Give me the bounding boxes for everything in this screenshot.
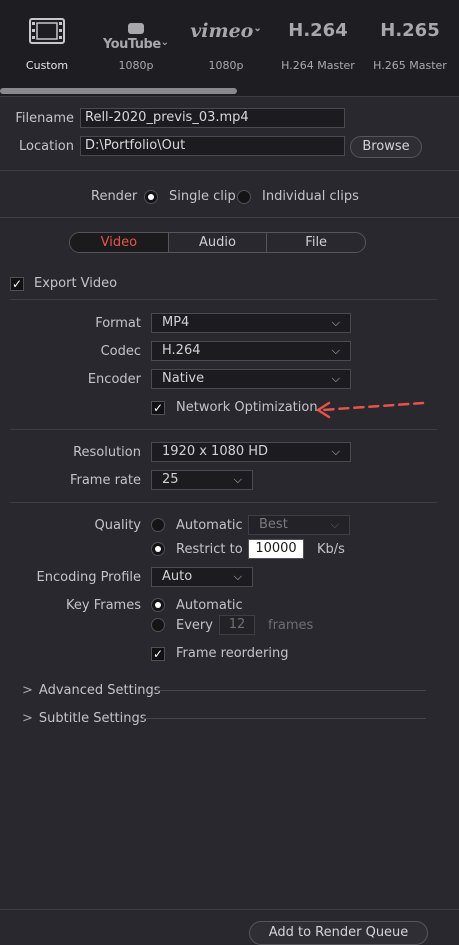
preset-label: H.264 Master (281, 59, 355, 72)
preset-youtube[interactable]: YouTube⌄ 1080p (96, 0, 176, 80)
single-clip-label[interactable]: Single clip (169, 189, 236, 204)
keyframes-automatic-radio[interactable] (151, 598, 165, 612)
export-video-checkbox[interactable]: ✓ (10, 277, 24, 291)
chevron-right-icon: > (22, 683, 33, 698)
divider (143, 718, 426, 719)
divider (10, 429, 437, 430)
format-select[interactable]: MP4 ⌵ (151, 313, 351, 333)
chevron-down-icon: ⌵ (330, 518, 339, 531)
quality-restrict-label: Restrict to (176, 542, 243, 557)
keyframes-every-label: Every (176, 618, 213, 633)
frame-reordering-label: Frame reordering (176, 646, 289, 661)
individual-clips-radio[interactable] (237, 190, 251, 204)
quality-label: Quality (94, 518, 141, 533)
network-optimization-label: Network Optimization (176, 400, 318, 415)
chevron-down-icon: ⌵ (233, 473, 242, 486)
individual-clips-label[interactable]: Individual clips (262, 189, 359, 204)
h264-icon: H.264 (288, 20, 348, 41)
subtitle-settings-toggle[interactable]: > Subtitle Settings (22, 711, 147, 726)
quality-best-select[interactable]: Best ⌵ (248, 515, 350, 535)
quality-automatic-radio[interactable] (151, 518, 165, 532)
annotation-arrow-icon (316, 401, 425, 419)
location-field[interactable]: D:\Portfolio\Out (80, 136, 345, 156)
resolution-select[interactable]: 1920 x 1080 HD ⌵ (151, 442, 351, 462)
resolution-label: Resolution (73, 445, 141, 460)
tab-file[interactable]: File (266, 233, 365, 252)
vimeo-icon: vimeo⌄ (190, 20, 262, 42)
divider (0, 170, 459, 171)
preset-label: 1080p (208, 59, 244, 72)
quality-restrict-radio[interactable] (151, 542, 165, 556)
quality-automatic-label: Automatic (176, 518, 243, 533)
filename-field[interactable]: Rell-2020_previs_03.mp4 (80, 108, 345, 128)
settings-tabs: Video Audio File (69, 232, 366, 253)
preset-custom[interactable]: Custom (8, 0, 86, 80)
chevron-down-icon: ⌵ (331, 316, 340, 329)
network-optimization-checkbox[interactable]: ✓ (151, 401, 165, 415)
preset-label: 1080p (118, 59, 154, 72)
export-video-label: Export Video (34, 276, 118, 291)
location-label: Location (19, 139, 74, 154)
chevron-down-icon: ⌵ (331, 372, 340, 385)
encoding-profile-select[interactable]: Auto ⌵ (151, 567, 253, 587)
keyframes-unit: frames (268, 618, 314, 633)
encoder-label: Encoder (87, 372, 141, 387)
preset-h264[interactable]: H.264 H.264 Master (276, 0, 360, 80)
advanced-settings-toggle[interactable]: > Advanced Settings (22, 683, 161, 698)
bitrate-input[interactable]: 10000 (248, 539, 304, 559)
divider (155, 690, 426, 691)
divider (10, 502, 437, 503)
tab-video[interactable]: Video (70, 233, 168, 252)
browse-button[interactable]: Browse (350, 136, 422, 158)
keyframes-every-radio[interactable] (151, 618, 165, 632)
preset-vimeo[interactable]: vimeo⌄ 1080p (186, 0, 266, 80)
chevron-down-icon: ⌵ (233, 570, 242, 583)
preset-h265[interactable]: H.265 H.265 Master (370, 0, 450, 80)
codec-label: Codec (100, 344, 141, 359)
encoder-select[interactable]: Native ⌵ (151, 369, 351, 389)
divider (10, 299, 437, 300)
render-label: Render (91, 189, 138, 204)
add-to-render-queue-button[interactable]: Add to Render Queue (249, 921, 428, 945)
keyframes-every-input[interactable]: 12 (219, 615, 255, 635)
frame-reordering-checkbox[interactable]: ✓ (151, 647, 165, 661)
format-label: Format (95, 316, 141, 331)
keyframes-label: Key Frames (66, 598, 141, 613)
chevron-down-icon: ⌵ (331, 445, 340, 458)
framerate-select[interactable]: 25 ⌵ (151, 470, 253, 490)
film-icon (8, 18, 86, 48)
filename-label: Filename (15, 111, 74, 126)
tab-audio[interactable]: Audio (167, 233, 267, 252)
divider (0, 909, 459, 910)
codec-select[interactable]: H.264 ⌵ (151, 341, 351, 361)
preset-scrollbar[interactable] (0, 88, 237, 94)
bitrate-unit: Kb/s (317, 542, 345, 557)
encoding-profile-label: Encoding Profile (36, 570, 141, 585)
youtube-icon: YouTube⌄ (96, 22, 176, 52)
preset-bar: Custom YouTube⌄ 1080p vimeo⌄ 1080p H.264… (0, 0, 459, 96)
chevron-down-icon: ⌵ (331, 344, 340, 357)
single-clip-radio[interactable] (144, 190, 158, 204)
chevron-right-icon: > (22, 711, 33, 726)
framerate-label: Frame rate (69, 473, 141, 488)
preset-label: H.265 Master (373, 59, 447, 72)
divider (0, 217, 459, 218)
h265-icon: H.265 (380, 20, 440, 41)
divider (0, 96, 459, 97)
preset-label: Custom (25, 59, 69, 72)
keyframes-automatic-label: Automatic (176, 598, 243, 613)
